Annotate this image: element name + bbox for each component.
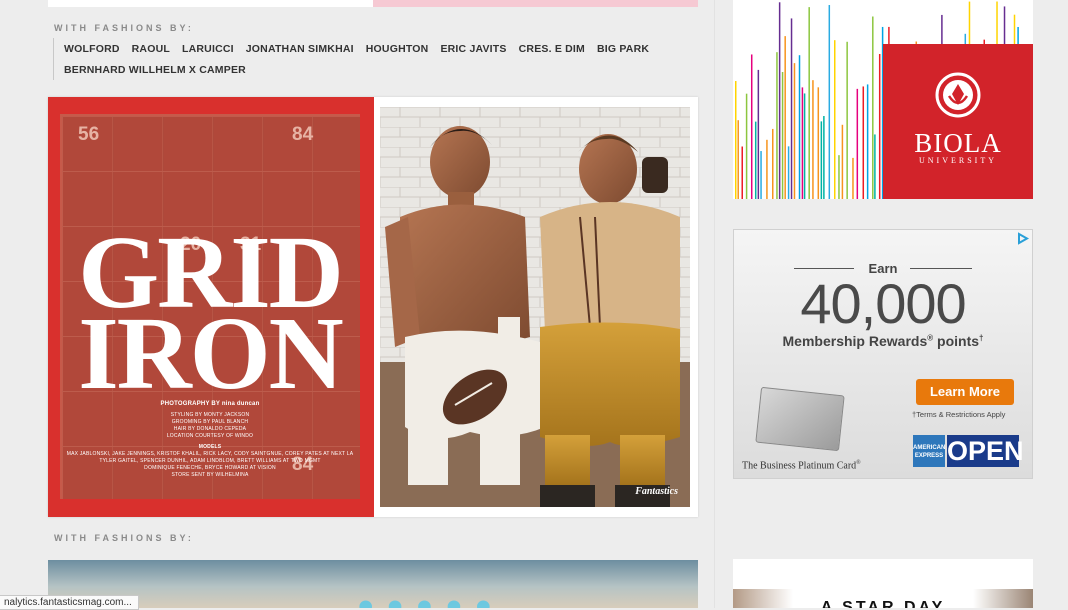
adchoices-icon[interactable] xyxy=(1016,232,1030,245)
brand-link[interactable]: CRES. E DIM xyxy=(519,43,585,55)
credit-line: TYLER GAITEL, SPENCER DUNHIL, ADAM LINDB… xyxy=(60,458,360,465)
football-card xyxy=(312,116,360,172)
football-card xyxy=(212,116,264,172)
brand-row: WOLFORD RAOUL LARUICCI JONATHAN SIMKHAI HOUG… xyxy=(64,38,684,59)
spread-title-line2: IRON xyxy=(60,302,360,406)
credit-line: GROOMING BY PAUL BLANCH xyxy=(60,419,360,426)
biola-sub: UNIVERSITY xyxy=(883,156,1033,165)
brand-link[interactable]: WOLFORD xyxy=(64,43,120,55)
football-card xyxy=(162,116,214,172)
brand-list: WOLFORD RAOUL LARUICCI JONATHAN SIMKHAI HOUG… xyxy=(53,38,684,80)
fashions-by-label-next: WITH FASHIONS BY: xyxy=(54,533,194,543)
brand-link[interactable]: RAOUL xyxy=(132,43,170,55)
main-column: WITH FASHIONS BY: WOLFORD RAOUL LARUICCI JO… xyxy=(0,0,715,608)
credit-lines: STYLING BY MONTY JACKSONGROOMING BY PAUL… xyxy=(60,412,360,440)
amex-logo: AMERICANEXPRESS xyxy=(913,435,945,467)
gridiron-cover: 5684203184 GRID IRON PHOTOGRAPHY BY nina… xyxy=(60,114,360,499)
fashions-by-label: WITH FASHIONS BY: xyxy=(54,23,194,33)
photo-credit: PHOTOGRAPHY BY nina duncan xyxy=(60,401,360,408)
credit-line: STYLING BY MONTY JACKSON xyxy=(60,412,360,419)
brand-link[interactable]: ERIC JAVITS xyxy=(440,43,506,55)
next-spread-preview[interactable]: ••••••• xyxy=(48,560,698,608)
brand-row: BERNHARD WILLHELM X CAMPER xyxy=(64,59,684,80)
credit-line: DOMINIQUE FENECHE, BRYCE HOWARD AT VISIO… xyxy=(60,465,360,472)
credit-line: LOCATION COURTESY OF WINDO xyxy=(60,433,360,440)
card-number: 56 xyxy=(78,124,99,146)
credit-line: MAX JABLONSKI, JAKE JENNINGS, KRISTOF KH… xyxy=(60,451,360,458)
platinum-card-image xyxy=(755,387,844,451)
previous-spread-strip[interactable] xyxy=(48,0,698,7)
learn-more-button[interactable]: Learn More xyxy=(916,379,1014,405)
brand-link[interactable]: HOUGHTON xyxy=(366,43,429,55)
amex-terms: †Terms & Restrictions Apply xyxy=(912,410,1022,419)
amex-rewards-line: Membership Rewards® points† xyxy=(734,333,1032,349)
credit-line: HAIR BY DONALDO CEPEDA xyxy=(60,426,360,433)
models-heading: MODELS xyxy=(60,444,360,451)
biola-logo-block: BIOLA UNIVERSITY xyxy=(883,44,1033,199)
card-number: 84 xyxy=(292,124,313,146)
next-spread-title-fragment: ••••••• xyxy=(48,582,698,608)
biola-name: BIOLA xyxy=(883,128,1033,159)
brand-link[interactable]: BIG PARK xyxy=(597,43,649,55)
biola-shield-icon xyxy=(935,72,981,118)
magazine-spread[interactable]: 5684203184 GRID IRON PHOTOGRAPHY BY nina… xyxy=(48,97,698,517)
brand-link[interactable]: LARUICCI xyxy=(182,43,234,55)
brand-link[interactable]: JONATHAN SIMKHAI xyxy=(246,43,354,55)
football-players-photo xyxy=(380,107,690,507)
magazine-logo: Fantastics xyxy=(635,486,678,497)
spread-photo[interactable]: Fantastics xyxy=(380,107,690,507)
brand-link[interactable]: BERNHARD WILLHELM X CAMPER xyxy=(64,64,246,76)
amex-ad[interactable]: Earn 40,000 Membership Rewards® points† … xyxy=(733,229,1033,479)
amex-amount: 40,000 xyxy=(734,274,1032,334)
third-ad-text: A STAR DAY xyxy=(733,599,1033,608)
credit-line: STORE SENT BY WILHELMINA xyxy=(60,472,360,479)
biola-ad[interactable]: BIOLA UNIVERSITY xyxy=(733,0,1033,199)
models-lines: MAX JABLONSKI, JAKE JENNINGS, KRISTOF KH… xyxy=(60,451,360,479)
football-card xyxy=(112,116,164,172)
card-caption: The Business Platinum Card® xyxy=(742,460,861,471)
third-ad[interactable]: A STAR DAY xyxy=(733,559,1033,608)
open-logo: OPEN xyxy=(947,435,1019,467)
spread-left-page[interactable]: 5684203184 GRID IRON PHOTOGRAPHY BY nina… xyxy=(48,97,374,517)
